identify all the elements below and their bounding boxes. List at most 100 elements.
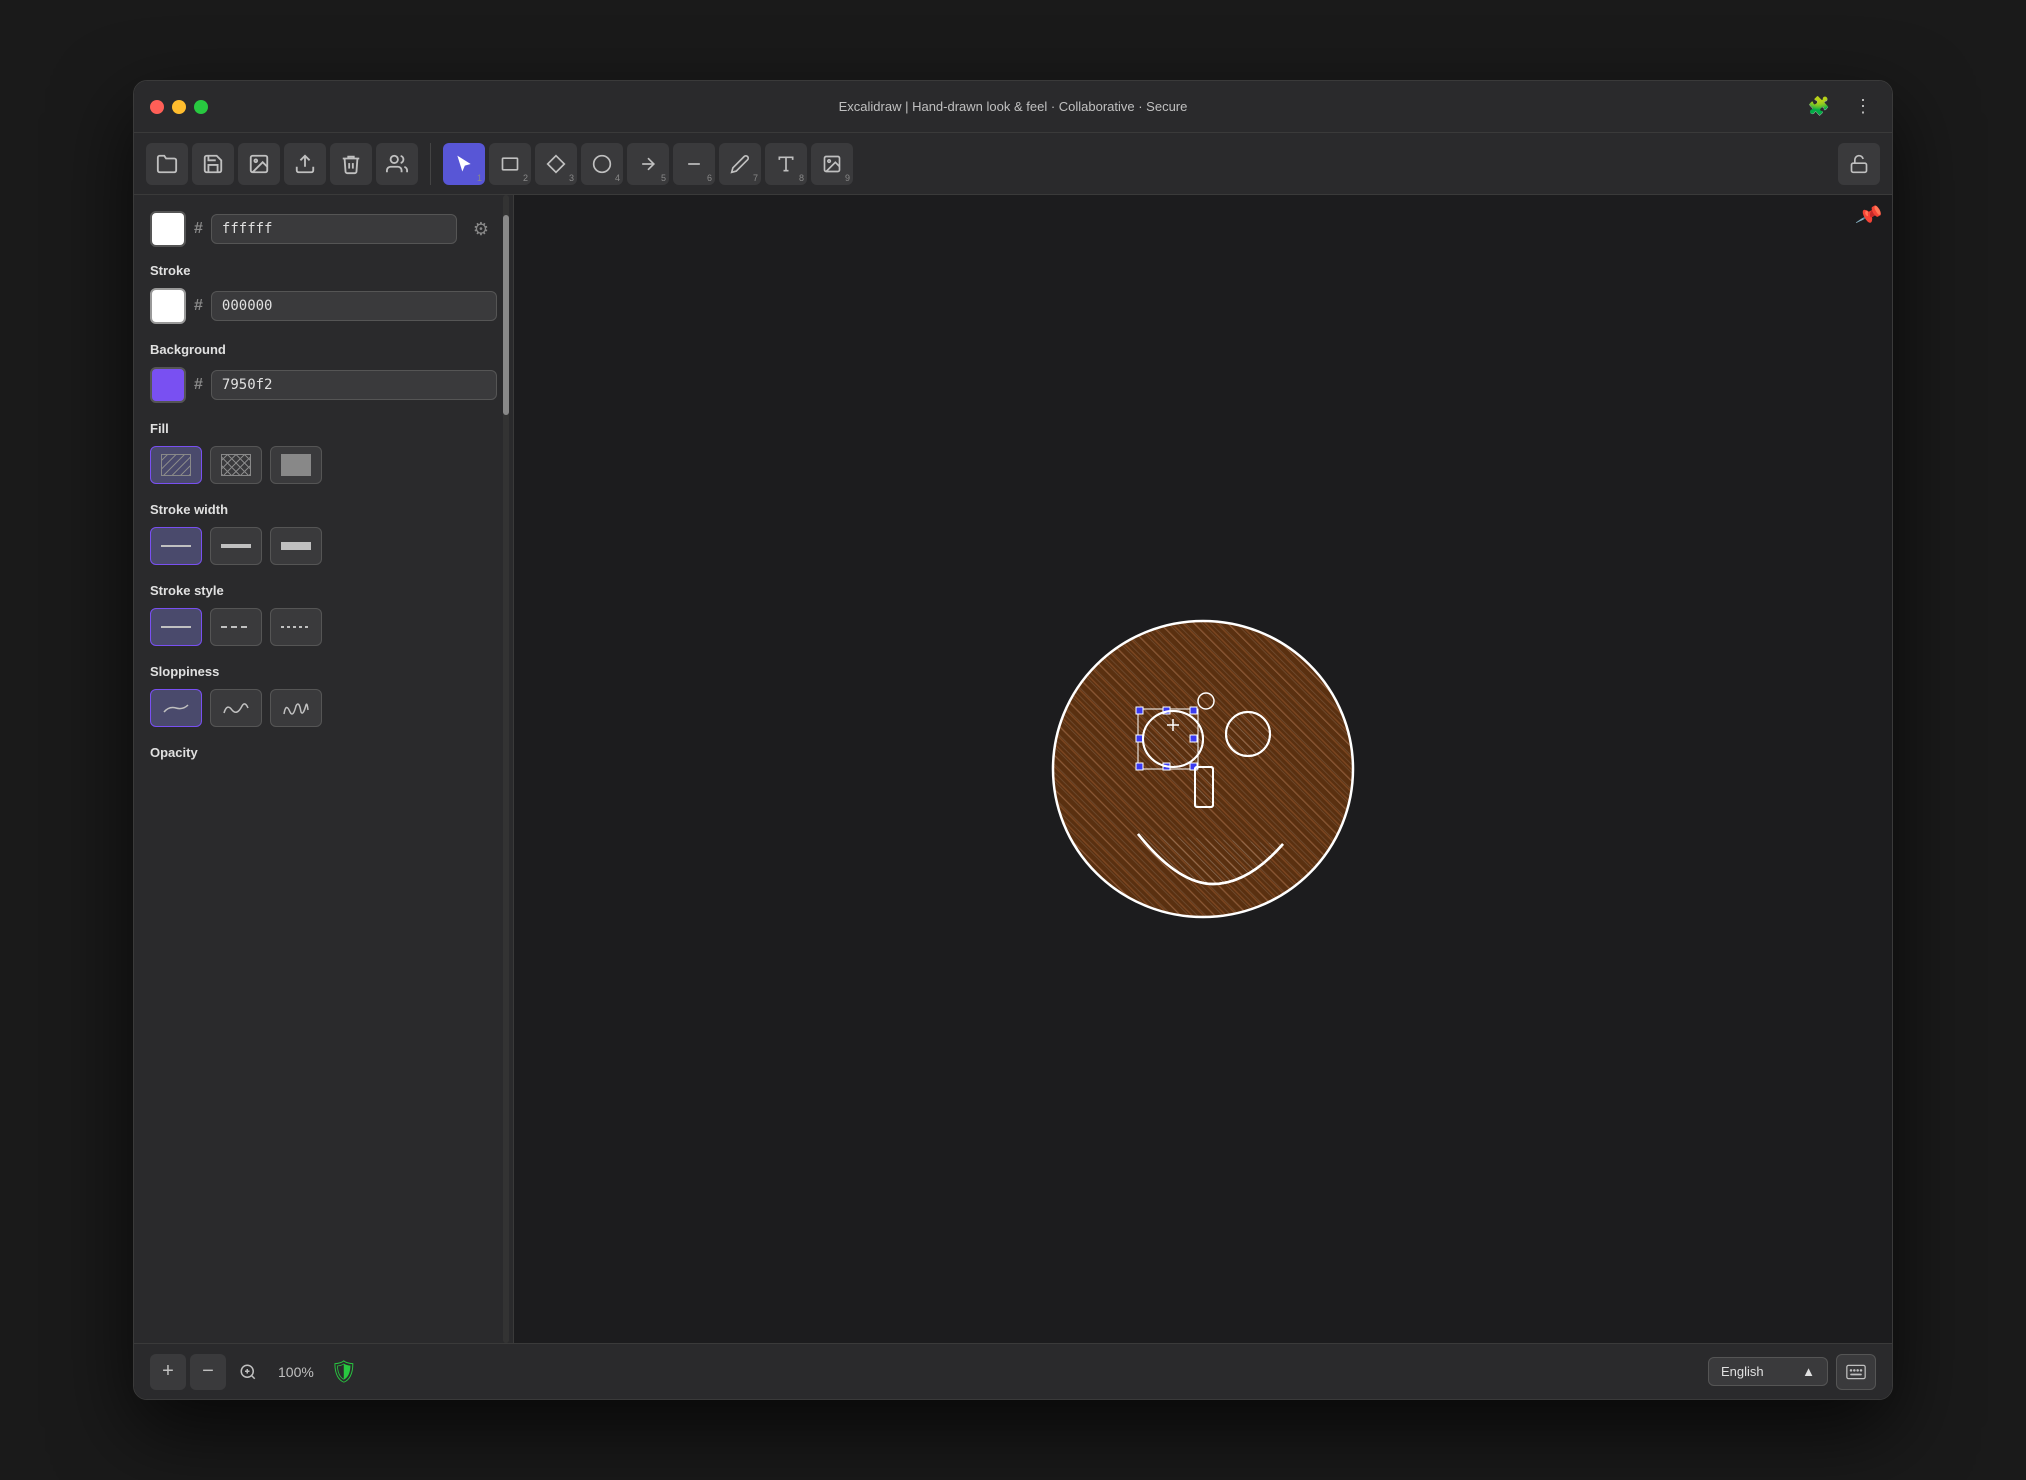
background-hash: # <box>194 376 203 394</box>
canvas-color-row: # ⚙ <box>150 211 497 247</box>
title-bar: Excalidraw | Hand-drawn look & feel · Co… <box>134 81 1892 133</box>
background-section: Background # <box>150 342 497 403</box>
fill-options <box>150 446 497 484</box>
sloppiness-1-button[interactable] <box>150 689 202 727</box>
stroke-medium-button[interactable] <box>210 527 262 565</box>
delete-button[interactable] <box>330 143 372 185</box>
chevron-up-icon: ▲ <box>1802 1364 1815 1379</box>
stroke-dotted-icon <box>281 626 311 628</box>
stroke-color-row: # <box>150 288 497 324</box>
stroke-thick-button[interactable] <box>270 527 322 565</box>
sloppiness-3-icon <box>282 698 310 718</box>
fill-section: Fill <box>150 421 497 484</box>
stroke-dashed-icon <box>221 626 251 628</box>
stroke-style-section: Stroke style <box>150 583 497 646</box>
background-label: Background <box>150 342 497 357</box>
ellipse-tool-num: 4 <box>615 173 620 183</box>
stroke-color-input[interactable] <box>211 291 497 321</box>
sloppiness-3-button[interactable] <box>270 689 322 727</box>
app-body: 1 2 3 4 5 6 7 <box>134 133 1892 1399</box>
extensions-button[interactable]: 🧩 <box>1804 92 1834 121</box>
content-area: # ⚙ Stroke # <box>134 195 1892 1343</box>
zoom-fit-button[interactable] <box>230 1354 266 1390</box>
diamond-tool[interactable]: 3 <box>535 143 577 185</box>
canvas-content <box>514 195 1892 1343</box>
line-tool[interactable]: 6 <box>673 143 715 185</box>
stroke-solid-icon <box>161 626 191 628</box>
canvas-settings-button[interactable]: ⚙ <box>465 213 497 245</box>
sloppiness-1-icon <box>162 698 190 718</box>
stroke-color-swatch[interactable] <box>150 288 186 324</box>
export-image-button[interactable] <box>238 143 280 185</box>
opacity-section: Opacity <box>150 745 497 760</box>
stroke-width-options <box>150 527 497 565</box>
pencil-tool[interactable]: 7 <box>719 143 761 185</box>
fill-solid-button[interactable] <box>270 446 322 484</box>
text-tool[interactable]: 8 <box>765 143 807 185</box>
toolbar-right <box>1838 143 1880 185</box>
canvas-hash: # <box>194 220 203 238</box>
fill-crosshatch-icon <box>221 454 251 476</box>
keyboard-button[interactable] <box>1836 1354 1876 1390</box>
stroke-solid-button[interactable] <box>150 608 202 646</box>
sloppiness-options <box>150 689 497 727</box>
minimize-button[interactable] <box>172 100 186 114</box>
background-color-input[interactable] <box>211 370 497 400</box>
stroke-thick-icon <box>281 542 311 550</box>
pencil-tool-num: 7 <box>753 173 758 183</box>
toolbar: 1 2 3 4 5 6 7 <box>134 133 1892 195</box>
stroke-dotted-button[interactable] <box>270 608 322 646</box>
canvas-color-input[interactable] <box>211 214 457 244</box>
lock-tool[interactable] <box>1838 143 1880 185</box>
title-bar-right: 🧩 ⋮ <box>1804 92 1876 121</box>
fill-solid-icon <box>281 454 311 476</box>
sloppiness-label: Sloppiness <box>150 664 497 679</box>
sloppiness-2-button[interactable] <box>210 689 262 727</box>
line-tool-num: 6 <box>707 173 712 183</box>
shield-icon: 🛡 <box>330 1359 358 1385</box>
rectangle-tool[interactable]: 2 <box>489 143 531 185</box>
open-button[interactable] <box>146 143 188 185</box>
stroke-dashed-button[interactable] <box>210 608 262 646</box>
zoom-controls: + − 100% 🛡 <box>150 1354 358 1390</box>
file-tools <box>146 143 431 185</box>
arrow-tool[interactable]: 5 <box>627 143 669 185</box>
fill-hatch-button[interactable] <box>150 446 202 484</box>
arrow-tool-num: 5 <box>661 173 666 183</box>
maximize-button[interactable] <box>194 100 208 114</box>
fill-hatch-icon <box>161 454 191 476</box>
stroke-style-label: Stroke style <box>150 583 497 598</box>
stroke-thin-button[interactable] <box>150 527 202 565</box>
stroke-label: Stroke <box>150 263 497 278</box>
stroke-hash: # <box>194 297 203 315</box>
stroke-section: Stroke # <box>150 263 497 324</box>
bottom-bar: + − 100% 🛡 English ▲ <box>134 1343 1892 1399</box>
stroke-width-label: Stroke width <box>150 502 497 517</box>
rectangle-tool-num: 2 <box>523 173 528 183</box>
stroke-medium-icon <box>221 544 251 548</box>
diamond-tool-num: 3 <box>569 173 574 183</box>
canvas-color-swatch[interactable] <box>150 211 186 247</box>
zoom-in-button[interactable]: + <box>150 1354 186 1390</box>
opacity-label: Opacity <box>150 745 497 760</box>
save-button[interactable] <box>192 143 234 185</box>
background-color-swatch[interactable] <box>150 367 186 403</box>
export-file-button[interactable] <box>284 143 326 185</box>
sidebar-scrollbar-thumb[interactable] <box>503 215 509 415</box>
more-options-button[interactable]: ⋮ <box>1850 92 1876 121</box>
select-tool-num: 1 <box>477 173 482 183</box>
image-tool[interactable]: 9 <box>811 143 853 185</box>
collab-button[interactable] <box>376 143 418 185</box>
close-button[interactable] <box>150 100 164 114</box>
zoom-level-button[interactable]: 100% <box>270 1360 322 1384</box>
zoom-out-button[interactable]: − <box>190 1354 226 1390</box>
background-color-row: # <box>150 367 497 403</box>
sloppiness-section: Sloppiness <box>150 664 497 727</box>
language-selector[interactable]: English ▲ <box>1708 1357 1828 1386</box>
stroke-width-section: Stroke width <box>150 502 497 565</box>
sidebar-scrollbar[interactable] <box>503 195 509 1343</box>
fill-crosshatch-button[interactable] <box>210 446 262 484</box>
canvas-area[interactable]: 📌 <box>514 195 1892 1343</box>
select-tool[interactable]: 1 <box>443 143 485 185</box>
ellipse-tool[interactable]: 4 <box>581 143 623 185</box>
